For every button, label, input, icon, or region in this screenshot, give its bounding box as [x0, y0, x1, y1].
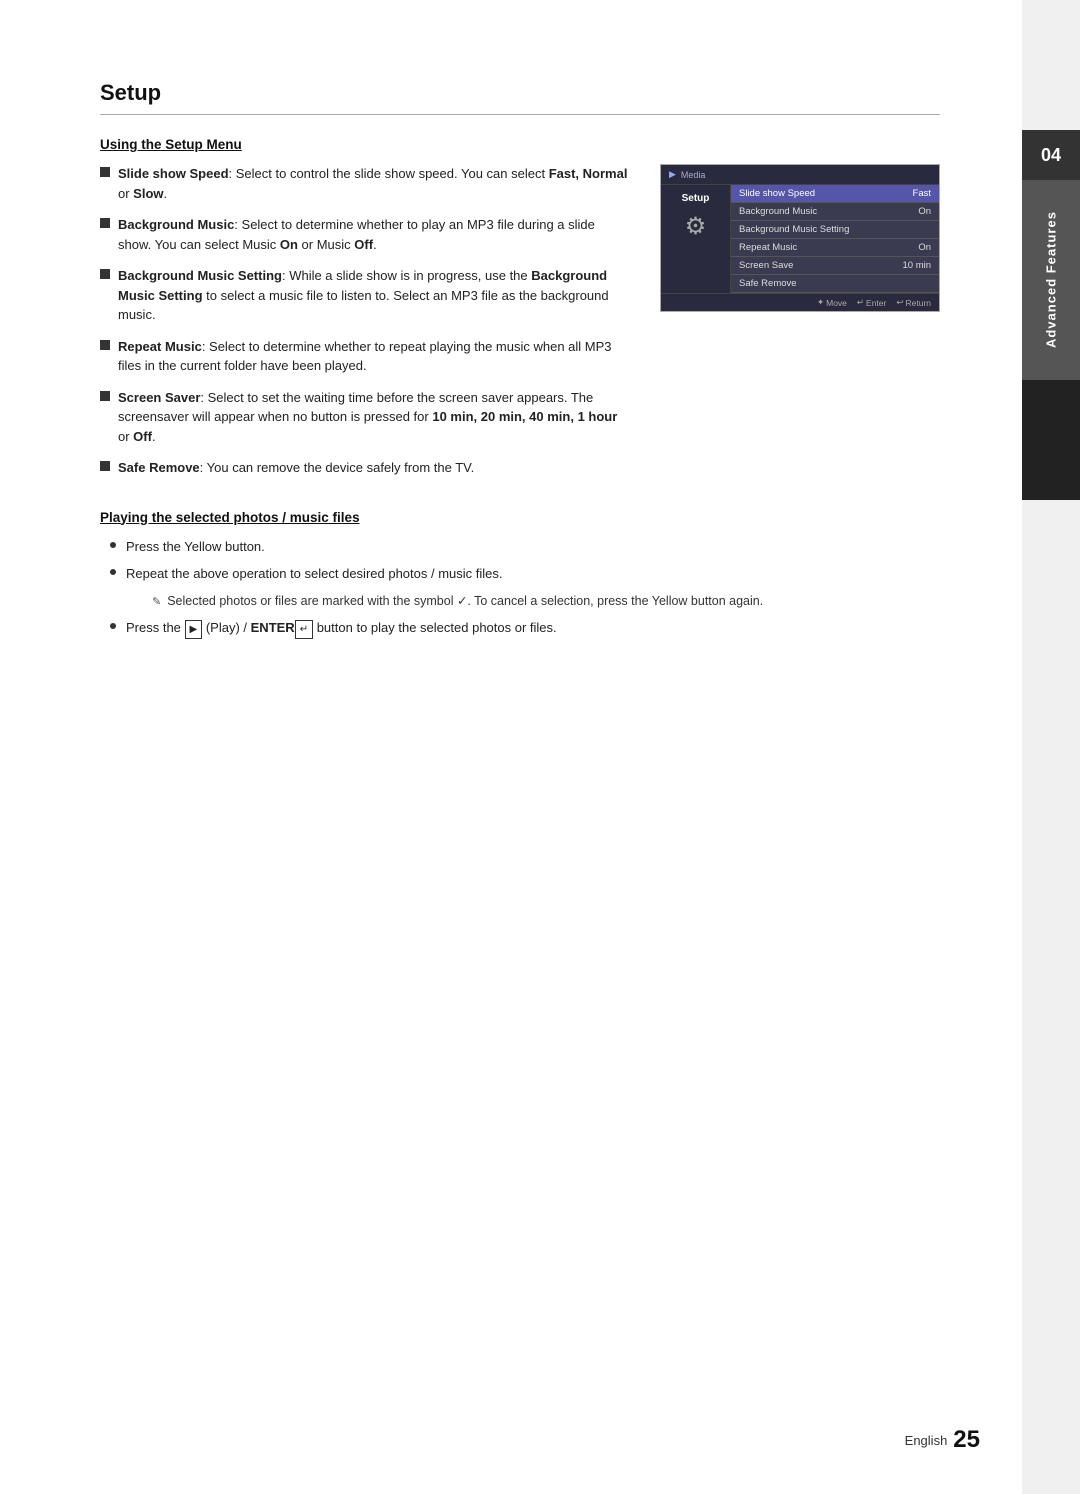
enter-button-symbol: ↵: [295, 620, 313, 639]
footer-page-number: 25: [953, 1426, 980, 1454]
playing-item-text: Press the Yellow button.: [126, 537, 265, 557]
sidebar-dark-block: [1022, 380, 1080, 500]
bullet-text: Repeat Music: Select to determine whethe…: [118, 337, 630, 376]
bullet-text: Slide show Speed: Select to control the …: [118, 164, 630, 203]
setup-bullet-list: Slide show Speed: Select to control the …: [100, 164, 630, 478]
screen-footer: ✦ Move ↵ Enter ↩ Return: [661, 293, 939, 311]
note-icon: ✎: [152, 594, 161, 611]
playing-note: ✎ Selected photos or files are marked wi…: [126, 592, 940, 611]
bullet-icon: [100, 391, 110, 401]
playing-section: Playing the selected photos / music file…: [100, 510, 940, 640]
menu-item-label: Safe Remove: [739, 278, 797, 289]
bullet-icon: [100, 461, 110, 471]
menu-item-slideshow: Slide show Speed Fast: [731, 185, 939, 203]
bullet-item-saferemove: Safe Remove: You can remove the device s…: [100, 458, 630, 478]
menu-item-bgmusic: Background Music On: [731, 203, 939, 221]
menu-item-value: On: [918, 206, 931, 217]
note-line: ✎ Selected photos or files are marked wi…: [152, 592, 940, 611]
play-button-symbol: ▶: [185, 620, 203, 639]
screen-menu: Slide show Speed Fast Background Music O…: [731, 185, 939, 293]
page-title: Setup: [100, 80, 940, 115]
footer-move: ✦ Move: [817, 297, 847, 308]
footer-return: ↩ Return: [896, 297, 931, 308]
bullet-item-screensaver: Screen Saver: Select to set the waiting …: [100, 388, 630, 447]
bullet-icon: [100, 340, 110, 350]
screen-left-panel: Setup ⚙: [661, 185, 731, 293]
screen-body: Setup ⚙ Slide show Speed Fast Background…: [661, 185, 939, 293]
bullet-text: Background Music: Select to determine wh…: [118, 215, 630, 254]
chapter-number: 04: [1022, 130, 1080, 180]
playing-section-heading: Playing the selected photos / music file…: [100, 510, 940, 525]
menu-item-screensave: Screen Save 10 min: [731, 257, 939, 275]
main-columns: Slide show Speed: Select to control the …: [100, 164, 940, 490]
bullet-list-container: Slide show Speed: Select to control the …: [100, 164, 630, 490]
bullet-item-slideshow: Slide show Speed: Select to control the …: [100, 164, 630, 203]
dot-bullet-icon: [110, 542, 116, 548]
media-label: Media: [681, 170, 706, 180]
menu-item-value: Fast: [913, 188, 931, 199]
menu-item-saferemove: Safe Remove: [731, 275, 939, 293]
menu-item-label: Background Music: [739, 206, 817, 217]
playing-item-3: Press the ▶ (Play) / ENTER↵ button to pl…: [110, 618, 940, 639]
playing-dot-list: Press the Yellow button. Repeat the abov…: [110, 537, 940, 640]
bullet-item-repeatmusic: Repeat Music: Select to determine whethe…: [100, 337, 630, 376]
menu-item-value: On: [918, 242, 931, 253]
note-text: Selected photos or files are marked with…: [167, 592, 763, 611]
screen-mockup-container: ▶ Media Setup ⚙ Slide show Speed Fast: [660, 164, 940, 490]
bullet-text: Screen Saver: Select to set the waiting …: [118, 388, 630, 447]
footer-enter: ↵ Enter: [857, 297, 886, 308]
dot-bullet-icon: [110, 569, 116, 575]
bullet-text: Safe Remove: You can remove the device s…: [118, 458, 630, 478]
footer-language: English: [905, 1433, 948, 1448]
playing-item-text: Press the ▶ (Play) / ENTER↵ button to pl…: [126, 618, 557, 639]
playing-item-text: Repeat the above operation to select des…: [126, 564, 503, 584]
menu-item-label: Screen Save: [739, 260, 793, 271]
sidebar: 04 Advanced Features: [1022, 0, 1080, 1494]
page-footer: English 25: [905, 1426, 980, 1454]
setup-section-heading: Using the Setup Menu: [100, 137, 940, 152]
playing-item-2: Repeat the above operation to select des…: [110, 564, 940, 584]
menu-item-label: Repeat Music: [739, 242, 797, 253]
bullet-icon: [100, 269, 110, 279]
bullet-item-bgmusicsetting: Background Music Setting: While a slide …: [100, 266, 630, 325]
gear-icon: ⚙: [685, 212, 707, 241]
menu-item-bgmusicsetting: Background Music Setting: [731, 221, 939, 239]
bullet-text: Background Music Setting: While a slide …: [118, 266, 630, 325]
bullet-icon: [100, 218, 110, 228]
page-content: Setup Using the Setup Menu Slide show Sp…: [0, 0, 1020, 1494]
screen-mockup: ▶ Media Setup ⚙ Slide show Speed Fast: [660, 164, 940, 312]
menu-item-repeatmusic: Repeat Music On: [731, 239, 939, 257]
screen-setup-label: Setup: [682, 193, 710, 204]
chapter-title: Advanced Features: [1022, 180, 1080, 380]
playing-item-1: Press the Yellow button.: [110, 537, 940, 557]
menu-item-label: Slide show Speed: [739, 188, 815, 199]
screen-header: ▶ Media: [661, 165, 939, 185]
media-icon: ▶: [669, 169, 676, 180]
dot-bullet-icon: [110, 623, 116, 629]
bullet-icon: [100, 167, 110, 177]
menu-item-value: 10 min: [902, 260, 931, 271]
menu-item-label: Background Music Setting: [739, 224, 849, 235]
bullet-item-bgmusic: Background Music: Select to determine wh…: [100, 215, 630, 254]
